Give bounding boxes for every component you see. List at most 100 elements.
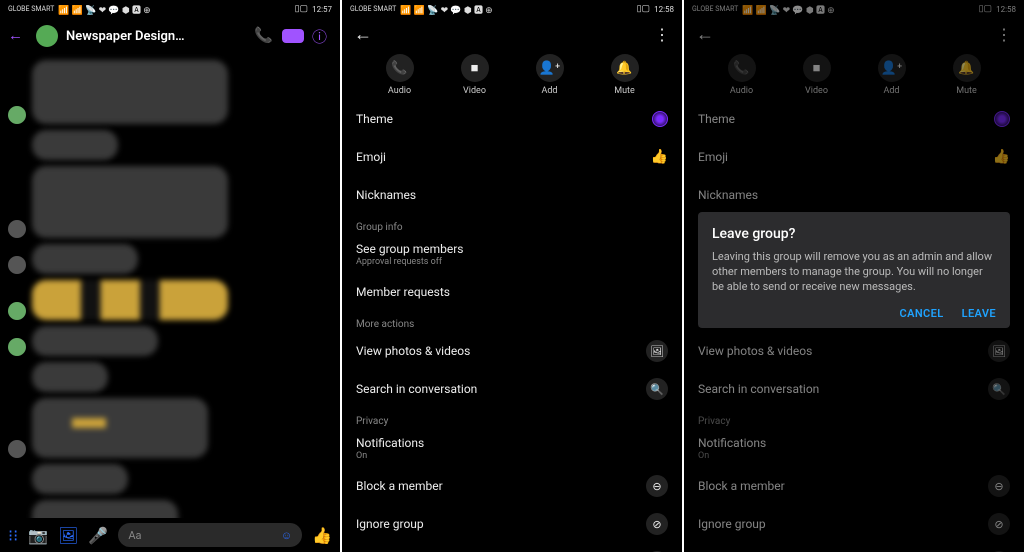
video-icon: ■ <box>803 54 831 82</box>
message[interactable] <box>8 60 332 124</box>
actions-row: 📞Audio ■Video 👤⁺Add 🔔Mute <box>342 50 682 104</box>
group-info-header: Group info <box>684 214 1024 235</box>
gallery-icon[interactable]: 🖼 <box>58 526 78 545</box>
see-members-row[interactable]: See group membersApproval requests off <box>342 235 682 273</box>
nicknames-row[interactable]: Nicknames <box>684 176 1024 214</box>
bell-icon: 🔔 <box>953 54 981 82</box>
clock: 12:57 <box>312 5 332 14</box>
message[interactable] <box>8 244 332 274</box>
info-icon[interactable]: ⓘ <box>312 26 332 46</box>
back-icon[interactable]: ← <box>696 24 714 45</box>
phone-icon: 📞 <box>728 54 756 82</box>
bell-icon: 🔔 <box>611 54 639 82</box>
message[interactable] <box>8 166 332 238</box>
leave-row[interactable]: Leave group↦ <box>684 543 1024 552</box>
add-button[interactable]: 👤⁺Add <box>878 54 906 96</box>
mute-button[interactable]: 🔔Mute <box>953 54 981 96</box>
call-icon[interactable]: 📞 <box>254 26 274 46</box>
ignore-icon: ⊘ <box>646 513 668 535</box>
view-photos-row[interactable]: View photos & videos🖼 <box>342 332 682 370</box>
video-call-icon[interactable] <box>282 29 304 43</box>
see-members-row[interactable]: See group membersApproval requests off <box>684 235 1024 273</box>
screen-settings: GLOBE SMART 📶 📶 📡 ❤ 💬 ⬢ 🅰 ⊕ ▯▢ 12:58 ← ⋮… <box>342 0 682 552</box>
add-person-icon: 👤⁺ <box>536 54 564 82</box>
add-person-icon: 👤⁺ <box>878 54 906 82</box>
battery-icon: ▯▢ <box>295 4 308 14</box>
message[interactable] <box>8 464 332 494</box>
settings-list: Theme Emoji👍 Nicknames Group info See gr… <box>342 100 682 552</box>
back-icon[interactable]: ← <box>354 24 372 45</box>
screen-leave-dialog: GLOBE SMART 📶 📶 📡 ❤ 💬 ⬢ 🅰 ⊕ ▯▢ 12:58 ← ⋮… <box>684 0 1024 552</box>
privacy-header: Privacy <box>342 408 682 429</box>
emoji-picker-icon[interactable]: ☺ <box>281 529 292 542</box>
block-icon: ⊖ <box>988 475 1010 497</box>
input-placeholder: Aa <box>128 529 141 542</box>
message[interactable] <box>8 130 332 160</box>
message[interactable] <box>8 362 332 392</box>
mute-button[interactable]: 🔔Mute <box>611 54 639 96</box>
audio-button[interactable]: 📞Audio <box>386 54 414 96</box>
status-icons: 📶 📶 📡 ❤ 💬 ⬢ 🅰 ⊕ <box>742 3 834 16</box>
view-photos-row[interactable]: View photos & videos🖼 <box>684 332 1024 370</box>
notifications-row[interactable]: NotificationsOn <box>684 429 1024 467</box>
more-actions-header: More actions <box>342 311 682 332</box>
actions-row: 📞Audio ■Video 👤⁺Add 🔔Mute <box>684 50 1024 104</box>
theme-swatch <box>994 111 1010 127</box>
add-button[interactable]: 👤⁺Add <box>536 54 564 96</box>
battery-icon: ▯▢ <box>979 4 992 14</box>
clock: 12:58 <box>654 5 674 14</box>
more-icon[interactable]: ⋮ <box>654 25 670 44</box>
message-list[interactable] <box>0 54 340 518</box>
message[interactable] <box>8 500 332 518</box>
more-actions-header: More actions <box>684 311 1024 332</box>
ignore-icon: ⊘ <box>988 513 1010 535</box>
search-icon: 🔍 <box>988 378 1010 400</box>
status-bar: GLOBE SMART 📶 📶 📡 ❤ 💬 ⬢ 🅰 ⊕ ▯▢ 12:57 <box>0 0 340 18</box>
video-button[interactable]: ■Video <box>461 54 489 96</box>
camera-icon[interactable]: 📷 <box>28 526 48 545</box>
back-icon[interactable]: ← <box>8 26 28 46</box>
battery-icon: ▯▢ <box>637 4 650 14</box>
audio-button[interactable]: 📞Audio <box>728 54 756 96</box>
status-icons: 📶 📶 📡 ❤ 💬 ⬢ 🅰 ⊕ <box>400 3 492 16</box>
theme-row[interactable]: Theme <box>684 100 1024 138</box>
notifications-row[interactable]: NotificationsOn <box>342 429 682 467</box>
leave-row[interactable]: Leave group↦ <box>342 543 682 552</box>
message[interactable] <box>8 326 332 356</box>
group-avatar[interactable] <box>36 25 58 47</box>
message[interactable] <box>8 398 332 458</box>
member-requests-row[interactable]: Member requests <box>342 273 682 311</box>
phone-icon: 📞 <box>386 54 414 82</box>
mic-icon[interactable]: 🎤 <box>88 526 108 545</box>
theme-row[interactable]: Theme <box>342 100 682 138</box>
ignore-row[interactable]: Ignore group⊘ <box>684 505 1024 543</box>
apps-icon[interactable]: ⁝⁝ <box>8 526 18 545</box>
carrier-label: GLOBE SMART <box>692 5 738 13</box>
block-row[interactable]: Block a member⊖ <box>342 467 682 505</box>
search-row[interactable]: Search in conversation🔍 <box>684 370 1024 408</box>
message[interactable] <box>8 280 332 320</box>
search-row[interactable]: Search in conversation🔍 <box>342 370 682 408</box>
thumbs-up-icon: 👍 <box>993 149 1010 165</box>
status-bar: GLOBE SMART 📶 📶 📡 ❤ 💬 ⬢ 🅰 ⊕ ▯▢ 12:58 <box>684 0 1024 18</box>
settings-list: Theme Emoji👍 Nicknames Group info See gr… <box>684 100 1024 104</box>
carrier-label: GLOBE SMART <box>8 5 54 13</box>
video-button[interactable]: ■Video <box>803 54 831 96</box>
emoji-row[interactable]: Emoji👍 <box>684 138 1024 176</box>
message-input[interactable]: Aa ☺ <box>118 523 302 547</box>
clock: 12:58 <box>996 5 1016 14</box>
nicknames-row[interactable]: Nicknames <box>342 176 682 214</box>
thumbs-up-icon: 👍 <box>651 149 668 165</box>
status-icons: 📶 📶 📡 ❤ 💬 ⬢ 🅰 ⊕ <box>58 3 150 16</box>
block-icon: ⊖ <box>646 475 668 497</box>
chat-title[interactable]: Newspaper Design… <box>66 29 246 44</box>
photo-icon: 🖼 <box>988 340 1010 362</box>
block-row[interactable]: Block a member⊖ <box>684 467 1024 505</box>
more-icon[interactable]: ⋮ <box>996 25 1012 44</box>
privacy-header: Privacy <box>684 408 1024 429</box>
search-icon: 🔍 <box>646 378 668 400</box>
ignore-row[interactable]: Ignore group⊘ <box>342 505 682 543</box>
emoji-row[interactable]: Emoji👍 <box>342 138 682 176</box>
like-icon[interactable]: 👍 <box>312 526 332 545</box>
member-requests-row[interactable]: Member requests <box>684 273 1024 311</box>
